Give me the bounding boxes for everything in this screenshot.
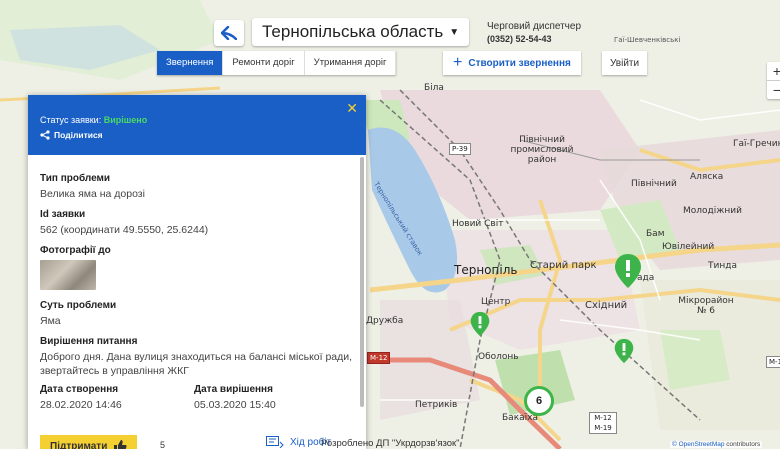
- resolved-value: 05.03.2020 15:40: [194, 399, 276, 411]
- tab-requests[interactable]: Звернення: [157, 51, 224, 75]
- map-label-bam: Бам: [646, 229, 665, 239]
- map-label-staryi-park: Старий парк: [530, 260, 597, 271]
- share-icon: [40, 130, 50, 140]
- map-label-bila: Біла: [424, 83, 444, 93]
- map-label-novyi-svit: Новий Світ: [452, 219, 504, 229]
- developer-credit: Розроблено ДП "Укрдорзв'язок": [321, 438, 460, 449]
- zoom-in-button[interactable]: +: [767, 62, 780, 80]
- status-badge: Вирішено: [103, 115, 148, 125]
- dates-row: Дата створення 28.02.2020 14:46 Дата вир…: [40, 384, 354, 412]
- request-id-label: Id заявки: [40, 209, 86, 220]
- share-button[interactable]: Поділитися: [40, 130, 103, 140]
- back-arrow-icon: [221, 26, 237, 40]
- map-cluster[interactable]: 6: [524, 386, 554, 416]
- create-request-button[interactable]: + Створити звернення: [443, 51, 581, 75]
- map-label-petrykiv: Петриків: [415, 400, 458, 410]
- progress-icon: [266, 436, 284, 448]
- share-label: Поділитися: [54, 130, 103, 140]
- resolved-label: Дата вирішення: [194, 384, 273, 395]
- map-label-skhidnyi: Східний: [585, 300, 628, 311]
- problem-type-value: Велика яма на дорозі: [40, 188, 145, 200]
- tabs: Звернення Ремонти доріг Утримання доріг: [157, 51, 397, 75]
- map-label-yuvileinyi: Ювілейний: [662, 242, 715, 252]
- essence-label: Суть проблеми: [40, 300, 117, 311]
- road-shield-p39: Р-39: [449, 143, 471, 155]
- plus-icon: +: [453, 54, 463, 71]
- osm-link[interactable]: © OpenStreetMap: [672, 441, 724, 448]
- map-attribution: © OpenStreetMap contributors: [670, 441, 763, 448]
- panel-header: Статус заявки: Вирішено Поділитися ✕: [28, 95, 366, 155]
- support-button[interactable]: Підтримати: [40, 435, 138, 449]
- photos-label: Фотографії до: [40, 245, 111, 256]
- problem-type-label: Тип проблеми: [40, 173, 111, 184]
- close-icon[interactable]: ✕: [346, 101, 358, 115]
- map-label-druzhba: Дружба: [366, 316, 404, 326]
- tab-road-maintenance[interactable]: Утримання доріг: [304, 51, 397, 75]
- request-id-value: 562 (координати 49.5550, 25.6244): [40, 224, 209, 236]
- caret-down-icon: ▼: [449, 26, 460, 38]
- support-count: 5: [160, 440, 166, 449]
- map-marker-icon[interactable]: [614, 338, 634, 364]
- created-label: Дата створення: [40, 384, 119, 395]
- resolution-value: Доброго дня. Дана вулиця знаходиться на …: [40, 351, 353, 377]
- dispatcher-info: Черговий диспетчер (0352) 52-54-43: [487, 20, 581, 46]
- region-select-label: Тернопільська область: [262, 22, 444, 41]
- road-shield-m12-east: М-12: [766, 356, 780, 368]
- essence-value: Яма: [40, 315, 61, 327]
- photo-thumbnail[interactable]: [40, 260, 96, 290]
- panel-scrollbar[interactable]: [360, 157, 364, 407]
- map-label-pivnichnyi-prom: Північний промисловий район: [510, 135, 574, 165]
- region-select[interactable]: Тернопільська область ▼: [252, 18, 470, 46]
- zoom-out-button[interactable]: −: [767, 80, 780, 99]
- map-label-tsentr: Центр: [481, 297, 511, 307]
- create-request-label: Створити звернення: [468, 57, 571, 69]
- tab-road-repairs[interactable]: Ремонти доріг: [223, 51, 305, 75]
- login-button[interactable]: Увійти: [602, 51, 648, 75]
- resolution-label: Вирішення питання: [40, 336, 138, 347]
- map-label-bakaika: Бакаїха: [502, 413, 538, 423]
- road-shield-m12: М-12: [367, 352, 391, 364]
- back-button[interactable]: [214, 20, 244, 46]
- map-label-molodizhnyi: Молодіжний: [683, 206, 742, 216]
- map-label-tynda: Тинда: [708, 261, 737, 271]
- map-marker-icon[interactable]: [470, 311, 490, 337]
- map-label-mikroraion: Мікрорайон № 6: [678, 296, 734, 316]
- request-details-panel: Статус заявки: Вирішено Поділитися ✕ Тип…: [28, 95, 366, 449]
- road-shield-m12-m19: М-12 М-19: [589, 412, 617, 434]
- map-label-hai-shevchenkivski: Гаї-Шевченківські: [614, 36, 681, 44]
- map-label-hai-hrechynski: Гаї-Гречинські: [733, 139, 780, 149]
- status-line: Статус заявки: Вирішено: [40, 115, 147, 125]
- thumbs-up-icon: [114, 440, 127, 449]
- map-label-alyaska: Аляска: [690, 172, 724, 182]
- attribution-rest: contributors: [724, 441, 761, 448]
- map-label-obolon: Оболонь: [478, 352, 519, 362]
- zoom-control: + −: [767, 62, 780, 99]
- panel-body: Тип проблеми Велика яма на дорозі Id зая…: [28, 155, 366, 412]
- map-marker-icon[interactable]: [614, 253, 642, 289]
- dispatcher-phone: (0352) 52-54-43: [487, 34, 552, 44]
- map-label-pivnichnyi: Північний: [631, 179, 677, 189]
- support-label: Підтримати: [50, 440, 108, 449]
- created-value: 28.02.2020 14:46: [40, 399, 122, 411]
- dispatcher-label: Черговий диспетчер: [487, 21, 582, 32]
- map-label-ternopil: Тернопіль: [454, 263, 518, 277]
- status-label: Статус заявки:: [40, 115, 102, 125]
